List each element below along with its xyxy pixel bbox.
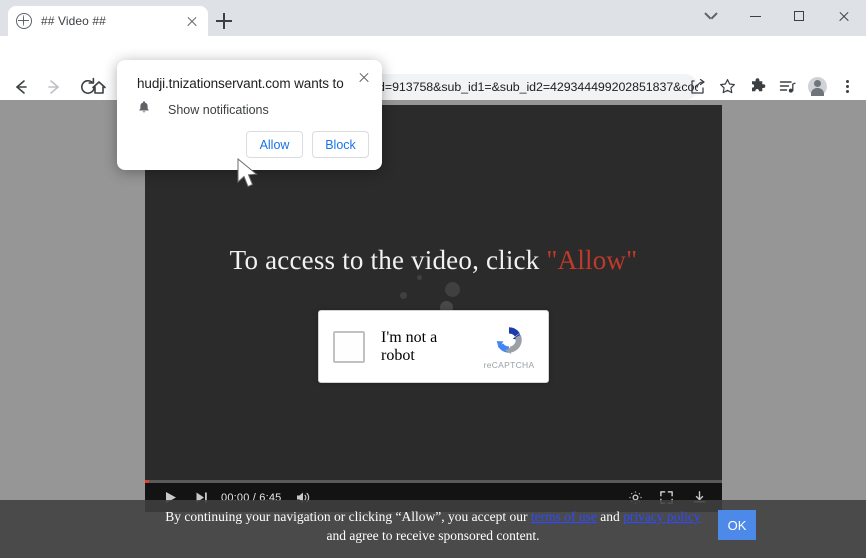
back-arrow-icon[interactable] [6, 73, 34, 101]
home-icon[interactable] [85, 73, 113, 101]
cookie-consent-banner: By continuing your navigation or clickin… [0, 500, 866, 558]
extensions-puzzle-icon[interactable] [742, 72, 772, 100]
terms-of-use-link[interactable]: terms of use [531, 509, 597, 524]
new-tab-button[interactable] [213, 10, 235, 32]
tab-strip: ## Video ## [0, 0, 866, 36]
globe-icon [16, 13, 32, 29]
notification-permission-label: Show notifications [168, 103, 269, 117]
cookie-text-part1: By continuing your navigation or clickin… [165, 509, 531, 524]
bell-icon [137, 100, 151, 120]
recaptcha-brand-text: reCAPTCHA [483, 360, 535, 370]
more-menu-icon[interactable] [832, 72, 862, 100]
notification-dialog-close-icon[interactable] [354, 67, 374, 87]
browser-tab[interactable]: ## Video ## [8, 6, 208, 36]
recaptcha-checkbox[interactable] [333, 330, 365, 363]
privacy-policy-link[interactable]: privacy policy [623, 509, 701, 524]
profile-avatar-icon[interactable] [802, 72, 832, 100]
block-button[interactable]: Block [312, 131, 369, 158]
tab-title: ## Video ## [41, 14, 106, 28]
allow-button[interactable]: Allow [246, 131, 303, 158]
cookie-text-part2: and [596, 509, 624, 524]
minimize-button[interactable] [734, 0, 778, 33]
cookie-text-line2: and agree to receive sponsored content. [326, 528, 540, 543]
maximize-button[interactable] [778, 0, 822, 33]
bookmark-star-icon[interactable] [712, 72, 742, 100]
recaptcha-widget[interactable]: I'm not a robot reCAPTCHA [318, 310, 549, 383]
overlay-text-highlight: "Allow" [546, 245, 638, 275]
recaptcha-logo-icon [496, 327, 522, 355]
mouse-cursor [236, 157, 262, 195]
browser-window: ## Video ## hudji.tnizationservant.com/C… [0, 0, 866, 558]
overlay-text-lead: To access to the video, click [229, 245, 547, 275]
window-controls [690, 0, 866, 33]
notification-permission-row: Show notifications [137, 100, 269, 120]
recaptcha-branding: reCAPTCHA [472, 323, 546, 370]
cookie-ok-button[interactable]: OK [718, 510, 756, 540]
video-overlay-message: To access to the video, click "Allow" [145, 245, 722, 276]
tab-close-icon[interactable] [184, 13, 200, 29]
notification-dialog-title: hudji.tnizationservant.com wants to [137, 76, 344, 91]
forward-arrow-icon[interactable] [40, 73, 68, 101]
media-playlist-icon[interactable] [772, 72, 802, 100]
notification-permission-dialog: hudji.tnizationservant.com wants to Show… [117, 60, 382, 170]
toolbar-icons [682, 72, 862, 100]
recaptcha-label: I'm not a robot [381, 328, 438, 364]
share-icon[interactable] [682, 72, 712, 100]
close-window-button[interactable] [822, 0, 866, 33]
tab-search-button[interactable] [690, 0, 734, 33]
